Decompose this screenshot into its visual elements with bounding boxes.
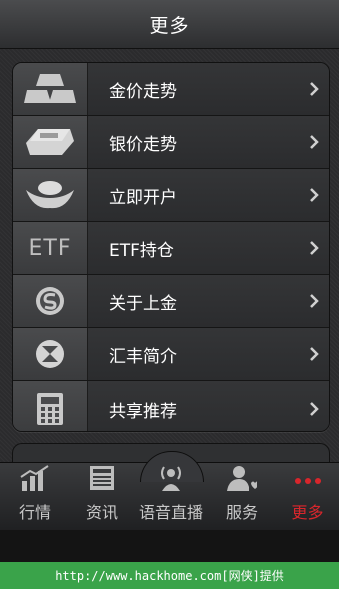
menu-list: 金价走势 银价走势 立即开户 ETF ETF持仓 关于上金 汇丰简介 共享推荐 [12, 62, 330, 432]
tab-label: 服务 [225, 503, 258, 522]
menu-item-label: 金价走势 [109, 81, 177, 102]
chevron-right-icon [299, 347, 329, 361]
tab-market[interactable]: 行情 [0, 463, 70, 531]
broadcast-icon [156, 465, 186, 495]
ingot-icon [13, 169, 88, 221]
tab-label: 更多 [291, 503, 324, 522]
chevron-right-icon [299, 241, 329, 255]
logo-s-icon [13, 275, 88, 327]
menu-item-label: ETF持仓 [109, 240, 174, 261]
title-bar: 更多 [0, 0, 339, 49]
chevron-right-icon [299, 294, 329, 308]
tab-bar: 行情 资讯 语音直播 服务 更多 [0, 451, 339, 531]
bottom-strip [0, 530, 339, 562]
menu-item-gold-price[interactable]: 金价走势 [13, 63, 329, 116]
chevron-right-icon [299, 135, 329, 149]
service-person-icon [227, 465, 259, 495]
tab-live-broadcast[interactable]: 语音直播 [134, 463, 208, 531]
newspaper-icon [89, 465, 115, 495]
calculator-icon [13, 381, 88, 431]
page-title: 更多 [149, 14, 190, 37]
menu-item-label: 共享推荐 [109, 401, 177, 422]
tab-label: 行情 [18, 503, 51, 522]
content-area: 金价走势 银价走势 立即开户 ETF ETF持仓 关于上金 汇丰简介 共享推荐 [0, 49, 339, 474]
watermark: http://www.hackhome.com[网侠]提供 [0, 562, 339, 589]
more-dots-icon [293, 465, 323, 495]
tab-more[interactable]: 更多 [276, 463, 339, 531]
tab-service[interactable]: 服务 [208, 463, 276, 531]
menu-item-hsbc-intro[interactable]: 汇丰简介 [13, 328, 329, 381]
menu-item-label: 银价走势 [109, 134, 177, 155]
tab-label: 语音直播 [138, 503, 203, 522]
hsbc-logo-icon [13, 328, 88, 380]
chart-icon [20, 465, 50, 495]
chevron-right-icon [299, 402, 329, 416]
tab-label: 资讯 [85, 503, 118, 522]
silver-bar-icon [13, 116, 88, 168]
tab-news[interactable]: 资讯 [70, 463, 134, 531]
menu-item-share-recommend[interactable]: 共享推荐 [13, 381, 329, 431]
chevron-right-icon [299, 188, 329, 202]
menu-item-about[interactable]: 关于上金 [13, 275, 329, 328]
chevron-right-icon [299, 82, 329, 96]
gold-bars-icon [13, 63, 88, 115]
menu-item-etf-holdings[interactable]: ETF ETF持仓 [13, 222, 329, 275]
menu-item-label: 关于上金 [109, 293, 177, 314]
etf-icon: ETF [13, 222, 88, 274]
watermark-text: http://www.hackhome.com[网侠]提供 [55, 569, 284, 583]
menu-item-open-account[interactable]: 立即开户 [13, 169, 329, 222]
menu-item-silver-price[interactable]: 银价走势 [13, 116, 329, 169]
menu-item-label: 立即开户 [109, 187, 177, 208]
menu-item-label: 汇丰简介 [109, 346, 177, 367]
